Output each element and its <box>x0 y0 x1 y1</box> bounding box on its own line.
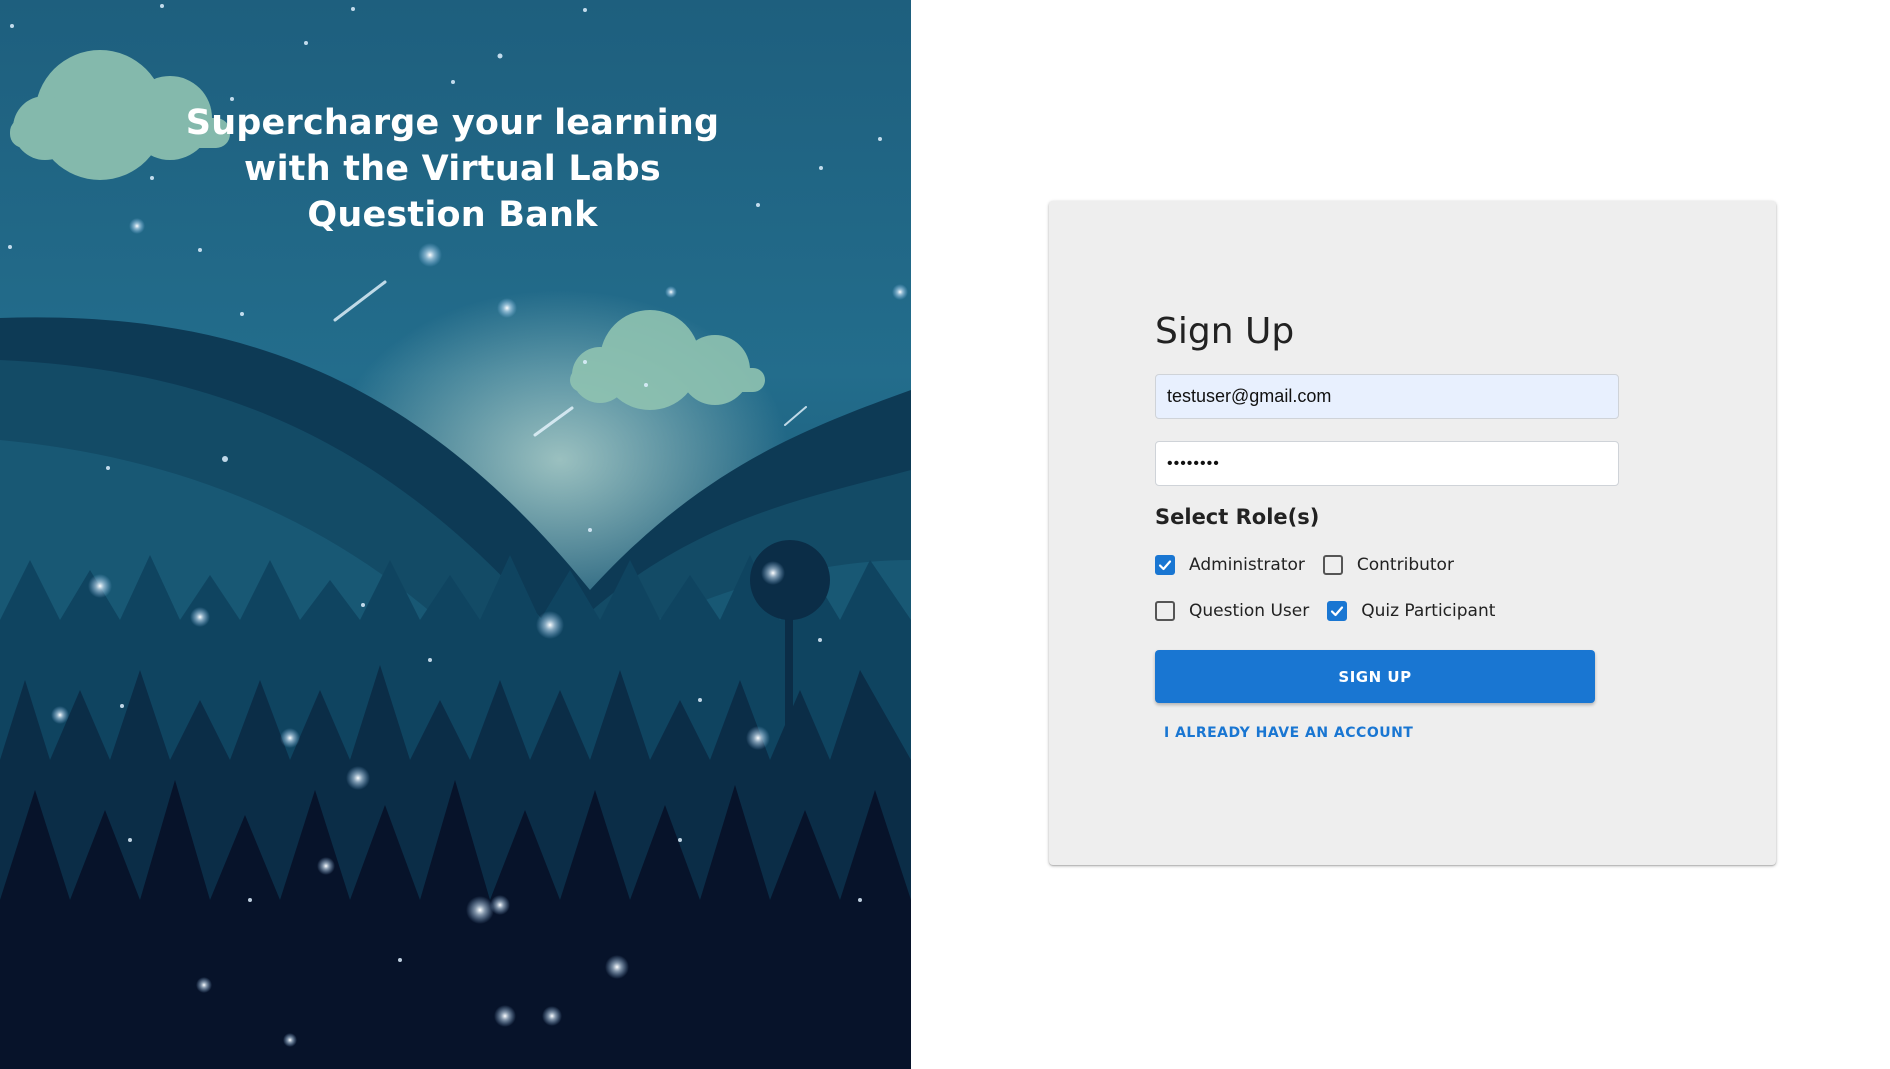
roles-row-2: Question User Quiz Participant <box>1155 588 1625 634</box>
hero-title-line-1: Supercharge your learning <box>185 103 720 143</box>
password-input[interactable] <box>1155 441 1619 486</box>
administrator-checkbox[interactable] <box>1155 555 1175 575</box>
check-icon <box>1158 560 1172 571</box>
contributor-checkbox[interactable] <box>1322 555 1343 575</box>
role-label-contributor: Contributor <box>1356 555 1454 575</box>
email-input[interactable] <box>1155 374 1619 419</box>
roles-row-1: Administrator Contributor <box>1155 542 1625 588</box>
hero-title-line-3: Question Bank <box>307 195 598 235</box>
hero-title-line-2: with the Virtual Labs <box>244 149 661 189</box>
role-administrator[interactable]: Administrator <box>1155 555 1305 575</box>
signup-card: Sign Up Select Role(s) Administrator Con… <box>1049 201 1776 865</box>
role-question-user[interactable]: Question User <box>1155 601 1309 621</box>
role-quiz-participant[interactable]: Quiz Participant <box>1327 601 1495 621</box>
role-label-quiz-participant: Quiz Participant <box>1361 601 1496 621</box>
role-label-administrator: Administrator <box>1189 555 1305 575</box>
roles-heading: Select Role(s) <box>1155 505 1320 529</box>
signup-form: Sign Up Select Role(s) Administrator Con… <box>1155 309 1625 742</box>
already-have-account-link[interactable]: I ALREADY HAVE AN ACCOUNT <box>1164 725 1413 741</box>
sign-up-button[interactable]: SIGN UP <box>1155 650 1595 703</box>
check-icon <box>1331 606 1344 617</box>
question-user-checkbox[interactable] <box>1155 601 1175 621</box>
hero-panel: Supercharge your learning with the Virtu… <box>0 0 911 1069</box>
signup-page: Supercharge your learning with the Virtu… <box>0 0 1890 1069</box>
signup-title: Sign Up <box>1155 311 1295 352</box>
role-contributor[interactable]: Contributor <box>1322 555 1454 575</box>
hero-title: Supercharge your learning with the Virtu… <box>180 100 725 238</box>
role-label-question-user: Question User <box>1189 601 1310 621</box>
quiz-participant-checkbox[interactable] <box>1327 601 1348 621</box>
